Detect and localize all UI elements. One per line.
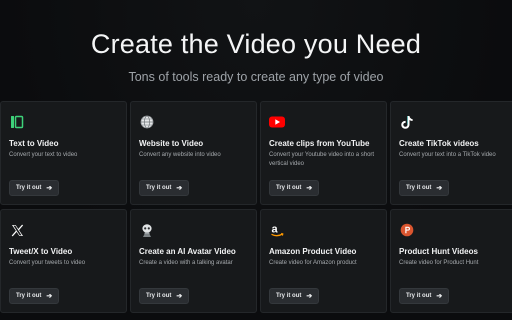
button-label: Try it out — [276, 293, 302, 299]
card-description: Convert any website into video — [139, 152, 221, 158]
card-title: Create an AI Avatar Video — [139, 247, 236, 256]
page-subtitle: Tons of tools ready to create any type o… — [128, 70, 384, 84]
try-it-out-button[interactable]: Try it out ➔ — [399, 288, 450, 304]
card-description: Create video for Amazon product — [269, 260, 357, 266]
card-description: Convert your text to video — [9, 152, 78, 158]
product-hunt-icon — [399, 222, 415, 238]
card-description: Create video for Product Hunt — [399, 260, 479, 266]
arrow-right-icon: ➔ — [46, 184, 53, 192]
button-label: Try it out — [16, 293, 42, 299]
card-title: Text to Video — [9, 139, 59, 148]
card-title: Create TikTok videos — [399, 139, 479, 148]
tool-card-website-to-video[interactable]: Website to Video Convert any website int… — [130, 101, 257, 205]
tool-card-text-to-video[interactable]: Text to Video Convert your text to video… — [0, 101, 127, 205]
svg-text:a: a — [271, 223, 278, 235]
card-title: Create clips from YouTube — [269, 139, 370, 148]
card-description: Convert your text into a TikTok video — [399, 152, 496, 158]
button-label: Try it out — [276, 185, 302, 191]
button-label: Try it out — [146, 293, 172, 299]
tool-card-amazon[interactable]: a Amazon Product Video Create video for … — [260, 209, 387, 313]
tool-card-ai-avatar[interactable]: Create an AI Avatar Video Create a video… — [130, 209, 257, 313]
button-label: Try it out — [406, 185, 432, 191]
card-title: Amazon Product Video — [269, 247, 357, 256]
arrow-right-icon: ➔ — [176, 184, 183, 192]
try-it-out-button[interactable]: Try it out ➔ — [9, 288, 60, 304]
page: Create the Video you Need Tons of tools … — [0, 0, 512, 320]
card-description: Convert your Youtube video into a short … — [269, 152, 375, 167]
button-label: Try it out — [146, 185, 172, 191]
text-video-icon — [9, 114, 25, 130]
button-label: Try it out — [16, 185, 42, 191]
try-it-out-button[interactable]: Try it out ➔ — [399, 180, 450, 196]
x-logo-icon — [9, 222, 25, 238]
card-title: Product Hunt Videos — [399, 247, 478, 256]
arrow-right-icon: ➔ — [436, 184, 443, 192]
tool-card-product-hunt[interactable]: Product Hunt Videos Create video for Pro… — [390, 209, 512, 313]
amazon-icon: a — [269, 222, 285, 238]
youtube-icon — [269, 114, 285, 130]
arrow-right-icon: ➔ — [46, 292, 53, 300]
avatar-icon — [139, 222, 155, 238]
page-title: Create the Video you Need — [90, 29, 422, 59]
card-title: Website to Video — [139, 139, 204, 148]
card-description: Convert your tweets to video — [9, 260, 86, 266]
card-description: Create a video with a talking avatar — [139, 260, 233, 266]
arrow-right-icon: ➔ — [436, 292, 443, 300]
tool-card-tiktok[interactable]: Create TikTok videos Convert your text i… — [390, 101, 512, 205]
tool-card-youtube-clips[interactable]: Create clips from YouTube Convert your Y… — [260, 101, 387, 205]
try-it-out-button[interactable]: Try it out ➔ — [269, 288, 320, 304]
arrow-right-icon: ➔ — [306, 292, 313, 300]
try-it-out-button[interactable]: Try it out ➔ — [139, 180, 190, 196]
try-it-out-button[interactable]: Try it out ➔ — [269, 180, 320, 196]
tool-card-tweet-to-video[interactable]: Tweet/X to Video Convert your tweets to … — [0, 209, 127, 313]
try-it-out-button[interactable]: Try it out ➔ — [139, 288, 190, 304]
tiktok-icon — [399, 114, 415, 130]
arrow-right-icon: ➔ — [306, 184, 313, 192]
card-title: Tweet/X to Video — [9, 247, 73, 256]
try-it-out-button[interactable]: Try it out ➔ — [9, 180, 60, 196]
button-label: Try it out — [406, 293, 432, 299]
tools-grid: Text to Video Convert your text to video… — [0, 101, 512, 313]
globe-icon — [139, 114, 155, 130]
arrow-right-icon: ➔ — [176, 292, 183, 300]
